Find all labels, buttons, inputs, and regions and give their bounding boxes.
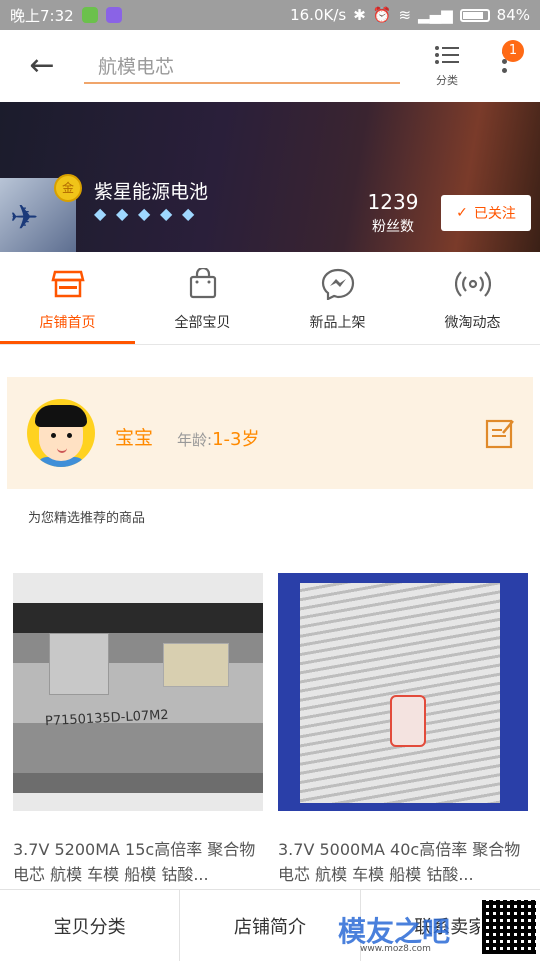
alarm-icon: ⏰ xyxy=(372,6,392,24)
search-input[interactable]: 航模电芯 xyxy=(84,46,400,84)
tab-label: 全部宝贝 xyxy=(174,315,231,331)
product-card[interactable]: P7150135D-L07M2 3.7V 5200MA 15c高倍率 聚合物 电… xyxy=(13,573,263,887)
back-arrow-icon[interactable]: ← xyxy=(24,48,60,84)
wifi-icon: ≋ xyxy=(398,6,412,24)
gold-medal-badge: 金 xyxy=(54,174,82,202)
network-speed: 16.0K/s xyxy=(290,6,347,24)
age-value: 1-3岁 xyxy=(212,429,260,450)
shop-name: 紫星能源电池 xyxy=(94,181,209,203)
status-time: 晚上7:32 xyxy=(10,6,74,25)
top-bar: ← 航模电芯 分类 1 xyxy=(0,30,540,103)
watermark-url: www.moz8.com xyxy=(360,944,431,954)
battery-percent: 84% xyxy=(496,6,530,24)
notification-badge: 1 xyxy=(502,40,524,62)
tab-label: 店铺首页 xyxy=(39,315,96,331)
fans-count: 1239 粉丝数 xyxy=(358,190,428,236)
category-button[interactable]: 分类 xyxy=(424,44,470,88)
item-categories-button[interactable]: 宝贝分类 xyxy=(0,890,181,961)
search-text: 航模电芯 xyxy=(98,56,175,78)
check-icon: ✓ xyxy=(456,205,468,221)
bottom-nav: 宝贝分类 店铺简介 联系卖家 xyxy=(0,889,540,961)
broadcast-icon xyxy=(454,271,491,297)
shop-tabs: 店铺首页 全部宝贝 新品上架 微淘动态 xyxy=(0,252,540,345)
fans-label: 粉丝数 xyxy=(372,219,414,235)
tab-shop-home[interactable]: 店铺首页 xyxy=(0,252,135,344)
product-image-label: P7150135D-L07M2 xyxy=(44,707,170,730)
signal-icon: ▂▄▆ xyxy=(418,6,453,24)
diamond-icon: ◆ xyxy=(182,204,195,223)
product-card[interactable]: 3.7V 5000MA 40c高倍率 聚合物 电芯 航模 车模 船模 钴酸... xyxy=(278,573,528,887)
category-label: 分类 xyxy=(436,74,458,87)
tab-label: 新品上架 xyxy=(309,315,366,331)
shop-rating: ◆ ◆ ◆ ◆ ◆ xyxy=(94,206,202,222)
app-notification-icon xyxy=(81,7,98,23)
jet-icon: ✈ xyxy=(10,198,39,238)
profile-age: 年龄:1-3岁 xyxy=(177,425,259,451)
diamond-icon: ◆ xyxy=(116,204,129,223)
product-title[interactable]: 3.7V 5000MA 40c高倍率 聚合物 电芯 航模 车模 船模 钴酸... xyxy=(278,837,528,887)
list-icon xyxy=(435,46,459,64)
recommend-label: 为您精选推荐的商品 xyxy=(28,511,146,526)
tab-all-items[interactable]: 全部宝贝 xyxy=(135,252,270,344)
shop-home-content: 宝宝 年龄:1-3岁 为您精选推荐的商品 P7150135D-L07M2 3.7… xyxy=(0,345,540,890)
follow-button[interactable]: ✓ 已关注 xyxy=(441,195,531,231)
bluetooth-icon: ✱ xyxy=(353,6,366,24)
diamond-icon: ◆ xyxy=(160,204,173,223)
battery-icon xyxy=(459,8,490,22)
diamond-icon: ◆ xyxy=(138,204,151,223)
app-notification-icon-2 xyxy=(105,7,122,23)
product-image[interactable] xyxy=(278,573,528,811)
product-title[interactable]: 3.7V 5200MA 15c高倍率 聚合物 电芯 航模 车模 船模 钴酸... xyxy=(13,837,263,887)
edit-icon[interactable] xyxy=(485,417,515,449)
age-label: 年龄: xyxy=(177,431,213,449)
follow-label: 已关注 xyxy=(473,206,516,222)
profile-name: 宝宝 xyxy=(115,427,154,449)
tab-weitao-updates[interactable]: 微淘动态 xyxy=(405,252,540,344)
avatar xyxy=(27,399,95,467)
messenger-icon xyxy=(321,268,354,301)
shop-banner: ✈ 金 紫星能源电池 ◆ ◆ ◆ ◆ ◆ 1239 粉丝数 ✓ 已关注 xyxy=(0,102,540,252)
tab-new-arrivals[interactable]: 新品上架 xyxy=(270,252,405,344)
qr-code xyxy=(480,898,538,956)
status-bar: 晚上7:32 16.0K/s ✱ ⏰ ≋ ▂▄▆ 84% xyxy=(0,0,540,30)
store-icon xyxy=(50,270,85,298)
baby-profile-card[interactable]: 宝宝 年龄:1-3岁 xyxy=(7,377,533,489)
fans-number: 1239 xyxy=(367,190,419,214)
tab-label: 微淘动态 xyxy=(444,315,501,331)
product-image[interactable]: P7150135D-L07M2 xyxy=(13,573,263,811)
diamond-icon: ◆ xyxy=(94,204,107,223)
bag-icon xyxy=(189,266,216,299)
shop-intro-button[interactable]: 店铺简介 xyxy=(180,890,361,961)
